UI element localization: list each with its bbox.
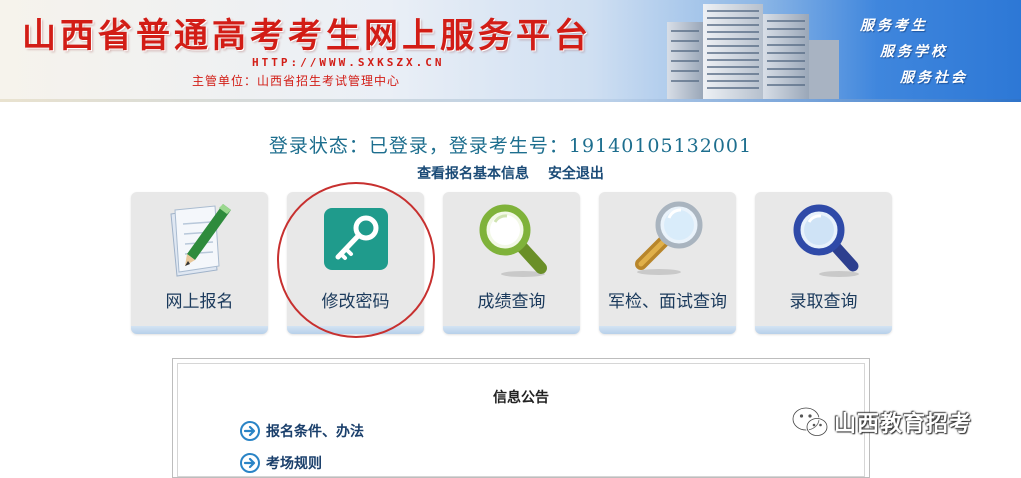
tile-score-query[interactable]: 成绩查询 bbox=[443, 192, 580, 334]
slogan-2: 服务学校 bbox=[880, 44, 948, 60]
tile-label: 录取查询 bbox=[789, 292, 858, 312]
magnifier-green-icon bbox=[479, 204, 547, 277]
login-status: 登录状态：已登录，登录考生号：19140105132001 bbox=[268, 135, 753, 157]
site-org: 主管单位：山西省招生考试管理中心 bbox=[192, 74, 401, 88]
tile-label: 成绩查询 bbox=[477, 292, 546, 312]
site-url: HTTP://WWW.SXKSZX.CN bbox=[252, 56, 445, 69]
tile-label: 网上报名 bbox=[165, 292, 234, 312]
tile-online-registration[interactable]: 网上报名 bbox=[131, 192, 268, 334]
key-icon bbox=[324, 208, 388, 270]
notice-inner: 信息公告 报名条件、办法 考场规则 bbox=[177, 363, 865, 477]
tile-label: 军检、面试查询 bbox=[608, 292, 727, 312]
building-image bbox=[667, 4, 839, 102]
notice-item-label: 考场规则 bbox=[266, 456, 322, 472]
notice-item-exam-rules[interactable]: 考场规则 bbox=[240, 453, 322, 473]
tile-admission-query[interactable]: 录取查询 bbox=[755, 192, 892, 334]
arrow-circle-icon bbox=[240, 453, 260, 473]
magnifier-gold-icon bbox=[635, 201, 703, 275]
notice-item-label: 报名条件、办法 bbox=[266, 424, 364, 440]
notice-title: 信息公告 bbox=[493, 390, 549, 406]
magnifier-blue-icon bbox=[793, 204, 859, 277]
tile-label: 修改密码 bbox=[321, 292, 390, 312]
notepad-pencil-icon bbox=[170, 204, 231, 277]
slogan-1: 服务考生 bbox=[860, 18, 928, 34]
wechat-logo-icon bbox=[791, 406, 829, 437]
notice-item-registration-conditions[interactable]: 报名条件、办法 bbox=[240, 421, 364, 441]
watermark-text: 山西教育招考 bbox=[834, 412, 973, 437]
tile-change-password[interactable]: 修改密码 bbox=[287, 192, 424, 334]
logout-link[interactable]: 安全退出 bbox=[548, 166, 604, 182]
tile-physical-interview-query[interactable]: 军检、面试查询 bbox=[599, 192, 736, 334]
site-title: 山西省普通高考考生网上服务平台 bbox=[22, 16, 592, 56]
view-registration-info-link[interactable]: 查看报名基本信息 bbox=[417, 166, 529, 182]
arrow-circle-icon bbox=[240, 421, 260, 441]
notice-board: 信息公告 报名条件、办法 考场规则 bbox=[172, 358, 870, 478]
site-banner: 山西省普通高考考生网上服务平台 HTTP://WWW.SXKSZX.CN 主管单… bbox=[0, 0, 1021, 102]
watermark: 山西教育招考 bbox=[790, 404, 972, 440]
user-links: 查看报名基本信息 安全退出 bbox=[0, 163, 1021, 183]
slogan-3: 服务社会 bbox=[900, 70, 968, 86]
